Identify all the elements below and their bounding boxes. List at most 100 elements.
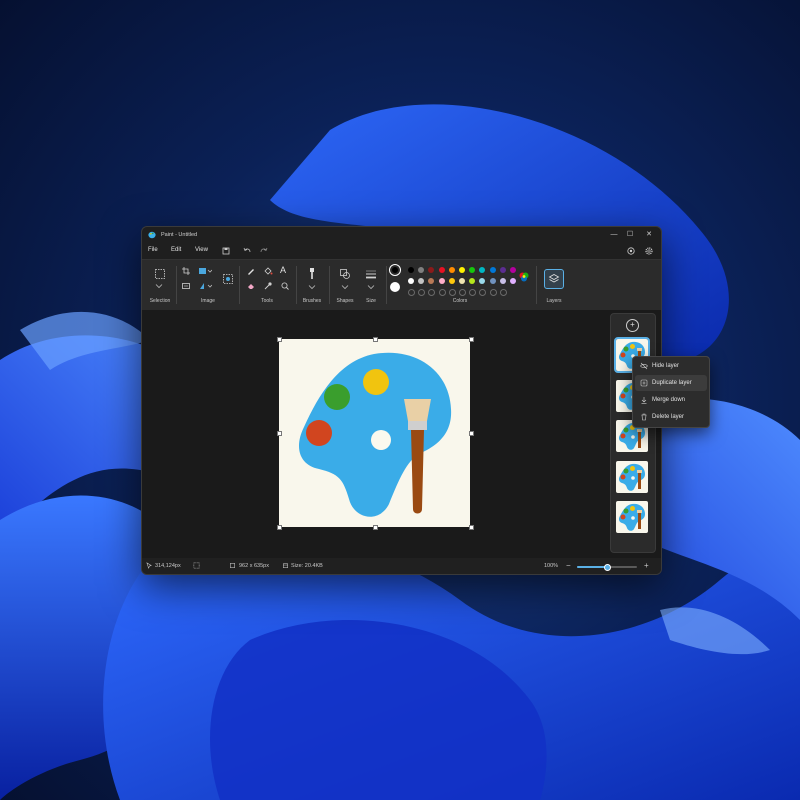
color-swatch[interactable] — [510, 267, 516, 273]
color-swatch[interactable] — [459, 267, 465, 273]
resize-handle[interactable] — [469, 525, 474, 530]
zoom-in-button[interactable]: + — [644, 561, 649, 570]
custom-color-slot[interactable] — [479, 289, 487, 296]
color-swatch[interactable] — [438, 278, 445, 284]
minimize-button[interactable]: — — [607, 229, 621, 241]
custom-color-slot[interactable] — [499, 289, 507, 296]
color-swatch[interactable] — [489, 267, 496, 273]
shapes-icon[interactable] — [339, 268, 351, 280]
pencil-icon[interactable] — [246, 266, 256, 276]
brush-icon[interactable] — [307, 267, 317, 281]
window-title: Paint - Untitled — [161, 232, 198, 238]
menu-item-hide-layer[interactable]: Hide layer — [635, 358, 707, 374]
menu-item-duplicate-layer[interactable]: Duplicate layer — [635, 375, 707, 391]
color-swatch[interactable] — [479, 267, 486, 273]
secondary-color-swatch[interactable] — [390, 282, 400, 292]
resize-handle[interactable] — [373, 525, 378, 530]
menu-edit[interactable]: Edit — [171, 247, 181, 253]
custom-color-slot[interactable] — [489, 289, 497, 296]
eraser-icon[interactable] — [246, 281, 256, 291]
chevron-down-icon[interactable] — [367, 284, 375, 290]
resize-handle[interactable] — [277, 431, 282, 436]
paint-palette-artwork — [299, 352, 452, 517]
color-swatch[interactable] — [479, 278, 486, 284]
color-swatch[interactable] — [499, 278, 506, 284]
stroke-size-icon[interactable] — [365, 268, 377, 280]
flip-icon[interactable] — [198, 281, 212, 291]
ribbon-separator — [239, 266, 240, 304]
custom-color-slot[interactable] — [459, 289, 466, 296]
chevron-down-icon[interactable] — [155, 283, 163, 289]
canvas-area[interactable] — [142, 310, 661, 558]
resize-icon[interactable] — [181, 281, 191, 291]
layers-icon — [548, 274, 560, 283]
custom-color-slot[interactable] — [428, 289, 436, 296]
drawing-canvas[interactable] — [279, 339, 470, 527]
color-swatch[interactable] — [428, 278, 435, 284]
color-swatch[interactable] — [459, 278, 465, 284]
zoom-slider-thumb[interactable] — [603, 563, 611, 571]
account-icon[interactable] — [626, 246, 636, 256]
title-bar[interactable]: Paint - Untitled — ☐ ✕ — [142, 227, 661, 243]
layer-thumbnail[interactable] — [616, 501, 648, 533]
rotate-icon[interactable] — [198, 266, 212, 276]
color-picker-icon[interactable] — [263, 281, 273, 291]
layer-thumbnail[interactable] — [616, 460, 648, 493]
group-label-size: Size — [366, 298, 376, 304]
color-swatch[interactable] — [448, 267, 455, 273]
undo-icon[interactable] — [242, 246, 252, 256]
fill-bucket-icon[interactable] — [263, 266, 273, 276]
paint-app-icon — [148, 231, 156, 239]
selection-size-icon — [193, 562, 200, 569]
color-swatch[interactable] — [438, 267, 445, 273]
color-swatch[interactable] — [469, 267, 476, 273]
custom-color-slot[interactable] — [418, 289, 426, 296]
settings-gear-icon[interactable] — [644, 246, 654, 256]
save-icon[interactable] — [221, 246, 231, 256]
maximize-button[interactable]: ☐ — [623, 229, 637, 241]
color-swatch[interactable] — [418, 278, 425, 284]
layers-button[interactable] — [544, 269, 564, 289]
color-swatch[interactable] — [448, 278, 455, 284]
color-swatch[interactable] — [510, 278, 516, 284]
zoom-out-button[interactable]: − — [566, 561, 571, 570]
color-swatch[interactable] — [408, 278, 414, 284]
magnifier-icon[interactable] — [280, 281, 290, 291]
custom-color-slot[interactable] — [469, 289, 477, 296]
file-size: Size: 20.4KB — [291, 563, 323, 569]
resize-handle[interactable] — [277, 525, 282, 530]
chevron-down-icon[interactable] — [341, 284, 349, 290]
color-swatch[interactable] — [469, 278, 476, 284]
add-layer-button[interactable]: + — [626, 319, 639, 332]
color-swatch[interactable] — [428, 267, 435, 273]
custom-color-slot[interactable] — [448, 289, 456, 296]
group-label-shapes: Shapes — [336, 298, 354, 304]
primary-color-swatch[interactable] — [389, 264, 401, 276]
image-select-icon[interactable] — [222, 273, 234, 285]
resize-handle[interactable] — [277, 337, 282, 342]
chevron-down-icon[interactable] — [308, 284, 316, 290]
menu-item-label: Duplicate layer — [652, 380, 692, 386]
menu-file[interactable]: File — [148, 247, 158, 253]
zoom-slider-track[interactable] — [577, 563, 637, 571]
resize-handle[interactable] — [469, 431, 474, 436]
custom-color-slot[interactable] — [438, 289, 446, 296]
ribbon-toolbar: Selection Image A Tools Brushes Shapes S… — [142, 259, 661, 311]
paint-window: Paint - Untitled — ☐ ✕ File Edit View Se… — [141, 226, 662, 575]
color-swatch[interactable] — [418, 267, 425, 273]
crop-icon[interactable] — [181, 266, 191, 276]
custom-color-slot[interactable] — [408, 289, 415, 296]
menu-view[interactable]: View — [195, 247, 208, 253]
color-swatch[interactable] — [499, 267, 506, 273]
resize-handle[interactable] — [373, 337, 378, 342]
text-tool[interactable]: A — [280, 265, 290, 275]
menu-item-merge-down[interactable]: Merge down — [635, 392, 707, 408]
selection-rectangle-icon[interactable] — [154, 268, 166, 280]
redo-icon[interactable] — [259, 246, 269, 256]
color-swatch[interactable] — [408, 267, 414, 273]
close-button[interactable]: ✕ — [642, 229, 656, 241]
resize-handle[interactable] — [469, 337, 474, 342]
edit-colors-icon[interactable] — [518, 271, 530, 283]
menu-item-delete-layer[interactable]: Delete layer — [635, 409, 707, 425]
color-swatch[interactable] — [489, 278, 496, 284]
